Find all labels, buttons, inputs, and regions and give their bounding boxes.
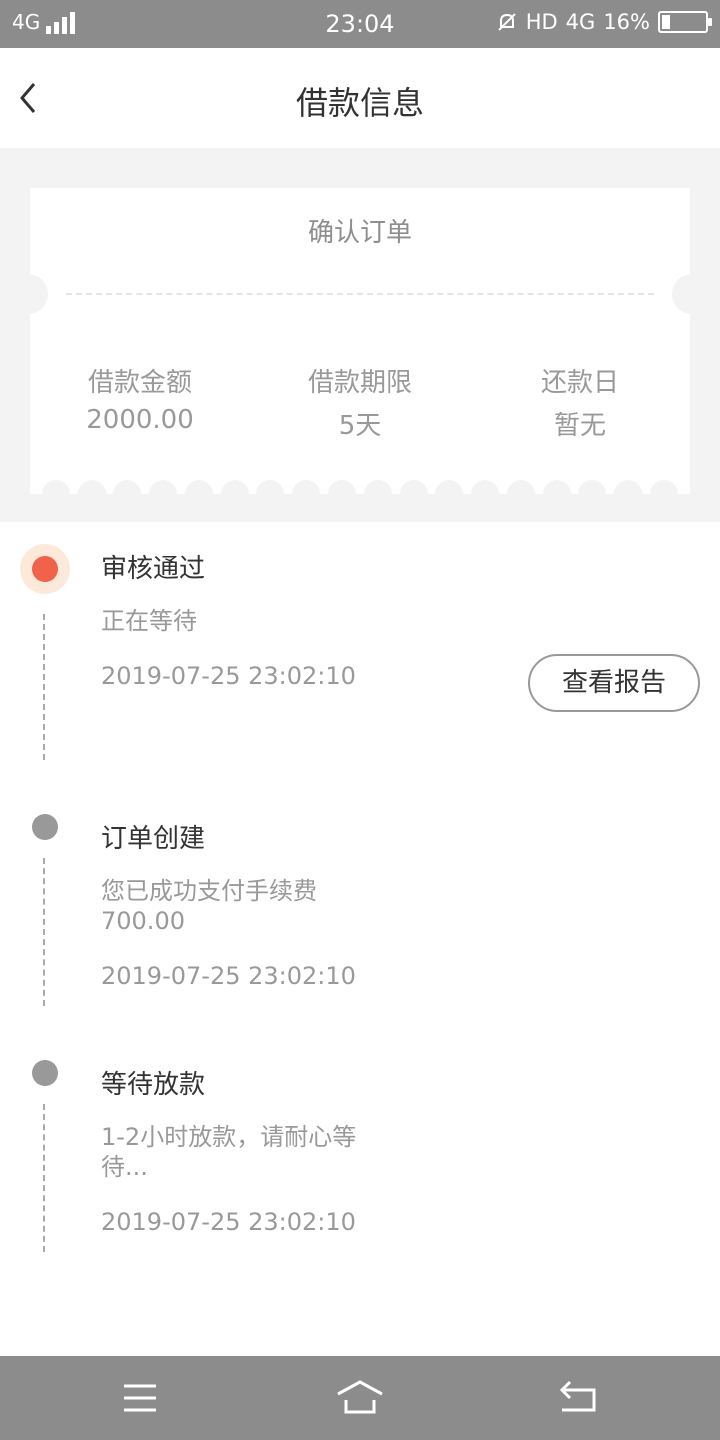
ticket-notch-right bbox=[672, 274, 712, 314]
stat-value: 暂无 bbox=[553, 411, 606, 441]
stat-value: 2000.00 bbox=[86, 405, 194, 435]
step-dot bbox=[32, 814, 58, 840]
step-desc: 1-2小时放款，请耐心等待... bbox=[101, 1123, 357, 1181]
ticket-section: 确认订单 借款金额 2000.00 借款期限 5天 还款日 暂无 bbox=[0, 148, 720, 522]
timeline-connector bbox=[43, 614, 45, 760]
step-title: 等待放款 bbox=[101, 1070, 206, 1100]
home-icon bbox=[337, 1380, 383, 1414]
stat-amount: 借款金额 2000.00 bbox=[30, 362, 250, 435]
step-desc: 正在等待 bbox=[101, 607, 197, 635]
ticket-title: 确认订单 bbox=[307, 218, 412, 248]
step-desc: 您已成功支付手续费700.00 bbox=[101, 877, 317, 935]
view-report-button[interactable]: 查看报告 bbox=[528, 654, 700, 712]
hd-label: HD bbox=[525, 10, 558, 34]
step-dot bbox=[32, 1060, 58, 1086]
step-title: 审核通过 bbox=[101, 554, 206, 584]
stat-label: 借款金额 bbox=[87, 368, 192, 398]
progress-timeline: 审核通过 正在等待 2019-07-25 23:02:10 查看报告 订单创建 … bbox=[0, 522, 720, 1356]
status-right: HD 4G 16% bbox=[496, 10, 712, 34]
step-time: 2019-07-25 23:02:10 bbox=[101, 962, 356, 990]
stat-repay-date: 还款日 暂无 bbox=[470, 362, 690, 442]
menu-icon bbox=[124, 1384, 156, 1412]
stat-term: 借款期限 5天 bbox=[250, 362, 470, 442]
system-nav-bar bbox=[0, 1356, 720, 1440]
step-time: 2019-07-25 23:02:10 bbox=[101, 1208, 356, 1236]
back-icon bbox=[559, 1380, 596, 1412]
step-title: 订单创建 bbox=[101, 824, 206, 854]
page-header: 借款信息 bbox=[0, 48, 720, 148]
menu-button[interactable] bbox=[110, 1378, 170, 1418]
network-right-label: 4G bbox=[565, 10, 596, 34]
ticket-notch-left bbox=[8, 274, 48, 314]
ticket-divider bbox=[66, 293, 654, 295]
mute-bell-icon bbox=[497, 13, 516, 31]
home-button[interactable] bbox=[330, 1378, 390, 1418]
page-title: 借款信息 bbox=[295, 84, 424, 122]
timeline-connector bbox=[43, 1104, 45, 1252]
stat-label: 还款日 bbox=[540, 368, 619, 398]
stat-value: 5天 bbox=[338, 411, 382, 441]
ticket-scallop-edge bbox=[38, 480, 682, 508]
timeline-connector bbox=[43, 858, 45, 1006]
order-ticket: 确认订单 借款金额 2000.00 借款期限 5天 还款日 暂无 bbox=[8, 188, 712, 508]
step-time: 2019-07-25 23:02:10 bbox=[101, 662, 356, 690]
battery-percent: 16% bbox=[603, 10, 650, 34]
back-nav-button[interactable] bbox=[548, 1378, 608, 1418]
stat-label: 借款期限 bbox=[307, 368, 412, 398]
step-active-dot bbox=[20, 544, 70, 594]
status-bar: 4G 23:04 HD 4G 16% bbox=[0, 0, 720, 48]
battery-icon bbox=[658, 11, 712, 33]
